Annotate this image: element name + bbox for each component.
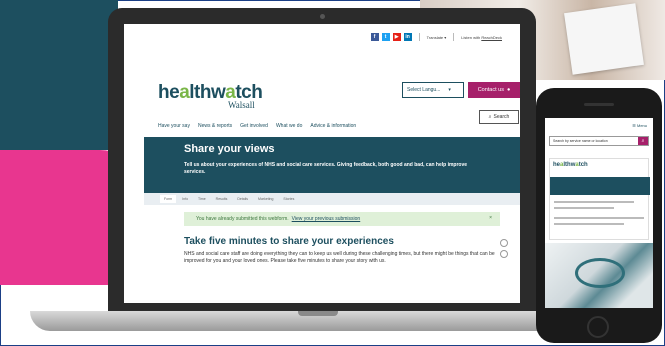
home-button[interactable] xyxy=(587,316,609,338)
tab-form[interactable]: Form xyxy=(160,195,177,203)
nav-item-what-we-do[interactable]: What we do xyxy=(276,123,302,129)
logo-part: he xyxy=(158,82,180,103)
tab-time[interactable]: Time xyxy=(194,195,210,203)
phone: ☰ Menu Search by service name or locatio… xyxy=(536,88,662,343)
twitter-icon[interactable]: t xyxy=(381,33,390,41)
phone-speaker xyxy=(584,103,614,106)
hero-description: Tell us about your experiences of NHS an… xyxy=(184,162,468,175)
mobile-search-input[interactable]: Search by service name or location ⌕ xyxy=(549,136,649,146)
logo-part: lthw xyxy=(563,162,576,168)
logo-part: tch xyxy=(578,162,588,168)
share-icon[interactable] xyxy=(500,239,508,247)
previous-submission-link[interactable]: View your previous submission xyxy=(292,216,361,222)
laptop: f t ▶ in Translate ▾ Listen with ReachDe… xyxy=(108,8,536,318)
tab-details[interactable]: Details xyxy=(233,195,252,203)
mobile-text-line xyxy=(554,201,634,203)
mobile-search-placeholder: Search by service name or location xyxy=(553,139,608,143)
mobile-text-line xyxy=(554,207,614,209)
nav-item-advice-information[interactable]: Advice & information xyxy=(310,123,356,129)
linkedin-icon[interactable]: in xyxy=(403,33,412,41)
logo-part: lthw xyxy=(189,82,226,103)
search-icon[interactable]: ⌕ xyxy=(638,137,648,145)
tab-stories[interactable]: Stories xyxy=(279,195,298,203)
main-nav: Have your say News & reports Get involve… xyxy=(158,123,356,129)
laptop-notch xyxy=(298,311,338,316)
contact-us-label: Contact us xyxy=(477,87,504,93)
utility-bar: f t ▶ in Translate ▾ Listen with ReachDe… xyxy=(124,24,520,50)
phone-screen: ☰ Menu Search by service name or locatio… xyxy=(545,118,653,308)
mobile-hero xyxy=(550,177,650,195)
nav-item-have-your-say[interactable]: Have your say xyxy=(158,123,190,129)
facebook-icon[interactable]: f xyxy=(370,33,379,41)
language-select-value: Select Langu... xyxy=(407,87,441,93)
side-tools xyxy=(500,239,508,258)
submission-notice: You have already submitted this webform.… xyxy=(184,212,500,226)
laptop-camera xyxy=(320,14,325,19)
listen-button[interactable]: Listen with ReachDeck xyxy=(461,35,502,40)
hero-banner: Share your views Tell us about your expe… xyxy=(144,137,520,193)
mobile-text-line xyxy=(554,217,644,219)
divider xyxy=(418,33,420,41)
close-icon[interactable]: × xyxy=(489,215,492,221)
background-teal-panel xyxy=(0,0,118,150)
mobile-logo: healthwatch xyxy=(553,162,588,168)
logo-subtitle: Walsall xyxy=(228,100,255,110)
tab-results[interactable]: Results xyxy=(212,195,232,203)
section-title: Take five minutes to share your experien… xyxy=(184,236,394,247)
language-select[interactable]: Select Langu... ▾ xyxy=(402,82,464,98)
listen-label: Listen with xyxy=(461,34,481,40)
info-icon: ● xyxy=(506,87,511,93)
listen-brand: ReachDeck xyxy=(481,34,502,40)
page-title: Share your views xyxy=(184,143,275,155)
youtube-icon[interactable]: ▶ xyxy=(392,33,401,41)
stethoscope-image xyxy=(575,258,625,288)
divider xyxy=(453,33,455,41)
chevron-down-icon: ▾ xyxy=(448,87,451,93)
background-paper xyxy=(564,3,644,75)
mobile-menu-button[interactable]: ☰ Menu xyxy=(632,123,647,128)
logo-part: he xyxy=(553,162,561,168)
form-tabs: Form Info Time Results Details Marketing… xyxy=(144,193,520,205)
tab-info[interactable]: Info xyxy=(178,195,192,203)
section-text: NHS and social care staff are doing ever… xyxy=(184,251,495,264)
laptop-screen: f t ▶ in Translate ▾ Listen with ReachDe… xyxy=(124,24,520,303)
print-icon[interactable] xyxy=(500,250,508,258)
nav-item-news-reports[interactable]: News & reports xyxy=(198,123,232,129)
tab-marketing[interactable]: Marketing xyxy=(254,195,277,203)
notice-text: You have already submitted this webform. xyxy=(196,216,289,222)
search-button[interactable]: ⌕ Search xyxy=(479,110,519,124)
mobile-page-preview: healthwatch xyxy=(549,158,650,240)
logo-accent: a xyxy=(179,82,190,103)
nav-item-get-involved[interactable]: Get involved xyxy=(240,123,268,129)
contact-us-button[interactable]: Contact us ● xyxy=(468,82,520,98)
search-label: Search xyxy=(493,114,510,120)
search-icon: ⌕ xyxy=(488,114,492,120)
translate-button[interactable]: Translate ▾ xyxy=(427,35,447,40)
mobile-text-line xyxy=(554,223,624,225)
